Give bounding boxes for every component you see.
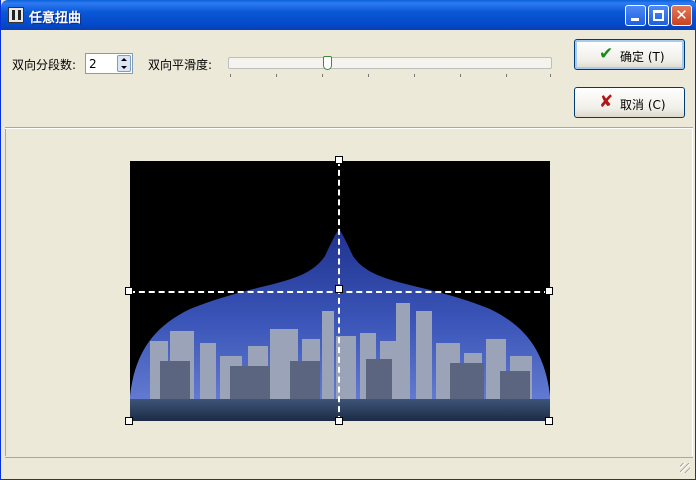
ok-shortcut: (T)	[647, 50, 665, 64]
close-button[interactable]: ✕	[671, 5, 692, 26]
maximize-icon	[653, 10, 664, 21]
window-title: 任意扭曲	[29, 11, 82, 26]
warp-handle[interactable]	[545, 417, 553, 425]
smoothness-label: 双向平滑度:	[148, 58, 213, 72]
slider-tick	[276, 74, 277, 77]
status-bar	[5, 457, 693, 476]
checkmark-icon: ✔	[599, 44, 614, 64]
slider-tick	[550, 74, 551, 77]
cancel-button[interactable]: ✘ 取消 (C)	[574, 87, 685, 118]
segments-label: 双向分段数:	[12, 58, 77, 72]
segments-spinner[interactable]: 2	[85, 53, 133, 74]
warp-handle[interactable]	[335, 285, 343, 293]
slider-tick	[414, 74, 415, 77]
maximize-button[interactable]	[648, 5, 669, 26]
spinner-down-arrow-icon[interactable]	[118, 64, 130, 71]
segments-value[interactable]: 2	[89, 57, 97, 71]
warp-handle[interactable]	[125, 287, 133, 295]
minimize-button[interactable]	[625, 5, 646, 26]
ok-label: 确定	[620, 50, 645, 64]
slider-tick	[368, 74, 369, 77]
cancel-label: 取消	[620, 98, 645, 112]
warp-handle[interactable]	[125, 417, 133, 425]
slider-tick	[506, 74, 507, 77]
app-icon[interactable]	[8, 7, 24, 23]
cancel-shortcut: (C)	[647, 98, 666, 112]
warp-handle[interactable]	[545, 287, 553, 295]
minimize-icon	[631, 18, 639, 21]
x-icon: ✘	[599, 92, 614, 112]
slider-tick	[230, 74, 231, 77]
resize-grip-icon[interactable]	[680, 463, 690, 473]
title-bar[interactable]: 任意扭曲 ✕	[1, 0, 696, 30]
warp-handle[interactable]	[335, 156, 343, 164]
smoothness-slider-thumb[interactable]	[322, 56, 332, 70]
spinner-up-arrow-icon[interactable]	[118, 56, 130, 63]
dialog-window: 任意扭曲 ✕ 双向分段数: 2 双向平滑度: ✔ 确定 (T) ✘ 取消 (C)	[0, 0, 696, 480]
close-icon: ✕	[675, 6, 688, 24]
ok-button[interactable]: ✔ 确定 (T)	[574, 39, 685, 70]
slider-tick	[460, 74, 461, 77]
slider-tick	[322, 74, 323, 77]
warp-handle[interactable]	[335, 417, 343, 425]
smoothness-slider-track[interactable]	[228, 57, 552, 69]
spinner-buttons[interactable]	[117, 55, 131, 72]
